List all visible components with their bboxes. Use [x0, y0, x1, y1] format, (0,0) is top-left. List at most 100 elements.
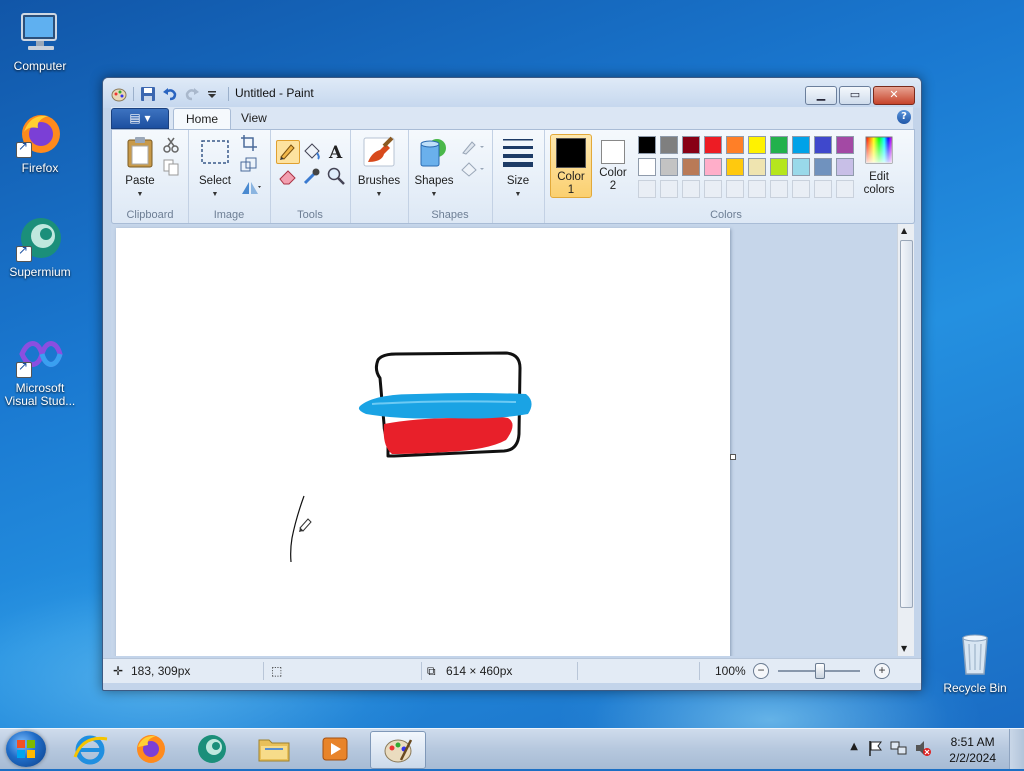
title-bar[interactable]: Untitled - Paint ▁ ▭ ✕	[103, 78, 921, 108]
shortcut-arrow-icon	[16, 244, 32, 262]
palette-swatch[interactable]	[814, 136, 832, 154]
palette-swatch[interactable]	[814, 158, 832, 176]
ribbon: Paste ▼ Clipboard Select ▼ Image A Tools…	[111, 129, 915, 224]
copy-icon[interactable]	[162, 158, 182, 178]
internet-explorer-icon	[73, 735, 108, 765]
palette-swatch[interactable]	[814, 180, 832, 198]
paint-icon	[384, 739, 413, 763]
pencil-tool-icon[interactable]	[276, 140, 300, 164]
resize-handle-right[interactable]	[730, 454, 736, 460]
palette-swatch[interactable]	[660, 136, 678, 154]
paint-menu-button[interactable]: ▤ ▾	[111, 108, 169, 129]
start-button[interactable]	[6, 731, 46, 767]
computer-icon	[16, 8, 64, 56]
redo-icon[interactable]	[184, 86, 200, 102]
color2-button[interactable]: Color 2	[594, 134, 632, 193]
palette-swatch[interactable]	[704, 180, 722, 198]
palette-swatch[interactable]	[770, 158, 788, 176]
save-icon[interactable]	[140, 86, 156, 102]
palette-swatch[interactable]	[682, 180, 700, 198]
palette-swatch[interactable]	[792, 136, 810, 154]
scroll-thumb[interactable]	[900, 240, 913, 608]
palette-swatch[interactable]	[836, 158, 854, 176]
paint-app-icon[interactable]	[111, 86, 127, 102]
palette-swatch[interactable]	[704, 158, 722, 176]
taskbar-internet-explorer[interactable]	[63, 731, 117, 767]
action-center-flag-icon[interactable]	[868, 739, 884, 760]
outline-icon[interactable]	[460, 138, 486, 158]
color1-button[interactable]: Color 1	[550, 134, 592, 198]
rotate-icon[interactable]	[240, 178, 261, 198]
fill-tool-icon[interactable]	[302, 141, 322, 161]
palette-swatch[interactable]	[792, 158, 810, 176]
zoom-in-button[interactable]: +	[874, 663, 890, 679]
scroll-down-icon[interactable]: ▼	[901, 644, 907, 653]
undo-icon[interactable]	[162, 86, 178, 102]
taskbar-firefox[interactable]	[124, 731, 178, 767]
zoom-slider-thumb[interactable]	[815, 663, 825, 679]
palette-swatch[interactable]	[748, 136, 766, 154]
tab-home[interactable]: Home	[173, 108, 232, 129]
desktop-icon-recycle-bin[interactable]: Recycle Bin	[935, 630, 1015, 695]
paste-button[interactable]: Paste ▼	[120, 136, 160, 201]
palette-swatch[interactable]	[682, 158, 700, 176]
palette-swatch[interactable]	[836, 180, 854, 198]
help-icon[interactable]: ?	[897, 110, 911, 124]
palette-swatch[interactable]	[770, 180, 788, 198]
palette-swatch[interactable]	[770, 136, 788, 154]
palette-swatch[interactable]	[748, 180, 766, 198]
taskbar-file-explorer[interactable]	[247, 731, 301, 767]
firefox-icon	[137, 735, 165, 763]
clock[interactable]: 8:51 AM 2/2/2024	[949, 734, 996, 766]
text-tool-icon[interactable]: A	[326, 141, 346, 163]
size-button[interactable]: Size ▼	[496, 136, 540, 201]
palette-swatch[interactable]	[792, 180, 810, 198]
brushes-button[interactable]: Brushes ▼	[356, 136, 402, 201]
shapes-button[interactable]: Shapes ▼	[412, 136, 456, 201]
vertical-scrollbar[interactable]: ▲ ▼	[897, 224, 914, 656]
palette-swatch[interactable]	[748, 158, 766, 176]
magnifier-icon[interactable]	[326, 166, 346, 186]
palette-swatch[interactable]	[638, 158, 656, 176]
palette-swatch[interactable]	[660, 180, 678, 198]
drawing-canvas[interactable]	[116, 228, 736, 656]
color-picker-icon[interactable]	[302, 166, 322, 186]
palette-swatch[interactable]	[638, 180, 656, 198]
palette-swatch[interactable]	[682, 136, 700, 154]
desktop-icon-firefox[interactable]: Firefox	[0, 110, 80, 175]
taskbar-paint[interactable]	[370, 731, 426, 769]
edit-colors-icon	[856, 136, 902, 168]
resize-icon[interactable]	[240, 156, 260, 176]
close-button[interactable]: ✕	[873, 86, 915, 105]
fill-icon[interactable]	[460, 160, 486, 180]
edit-colors-button[interactable]: Edit colors	[856, 136, 902, 197]
network-icon[interactable]	[890, 739, 908, 760]
taskbar-supermium[interactable]	[185, 731, 239, 767]
customize-qat-dropdown-icon[interactable]	[206, 86, 222, 102]
palette-swatch[interactable]	[660, 158, 678, 176]
scroll-up-icon[interactable]: ▲	[901, 226, 907, 235]
taskbar-media-player[interactable]	[308, 731, 362, 767]
eraser-tool-icon[interactable]	[278, 166, 298, 186]
palette-swatch[interactable]	[726, 180, 744, 198]
show-hidden-icons-icon[interactable]: ▲	[850, 741, 858, 752]
palette-swatch[interactable]	[836, 136, 854, 154]
palette-swatch[interactable]	[704, 136, 722, 154]
recycle-bin-icon	[951, 630, 999, 678]
palette-swatch[interactable]	[638, 136, 656, 154]
select-button[interactable]: Select ▼	[194, 136, 236, 201]
palette-swatch[interactable]	[726, 136, 744, 154]
desktop-icon-computer[interactable]: Computer	[0, 8, 80, 73]
zoom-out-button[interactable]: −	[753, 663, 769, 679]
cut-icon[interactable]	[162, 136, 182, 156]
show-desktop-button[interactable]	[1009, 729, 1024, 769]
minimize-button[interactable]: ▁	[805, 86, 837, 105]
desktop-icon-supermium[interactable]: Supermium	[0, 214, 80, 279]
tab-view[interactable]: View	[229, 108, 279, 128]
desktop-icon-visual-studio[interactable]: Microsoft Visual Stud...	[0, 330, 80, 408]
desktop-icon-label: Supermium	[9, 265, 71, 279]
maximize-button[interactable]: ▭	[839, 86, 871, 105]
volume-muted-icon[interactable]	[914, 739, 932, 760]
crop-icon[interactable]	[240, 134, 260, 154]
palette-swatch[interactable]	[726, 158, 744, 176]
